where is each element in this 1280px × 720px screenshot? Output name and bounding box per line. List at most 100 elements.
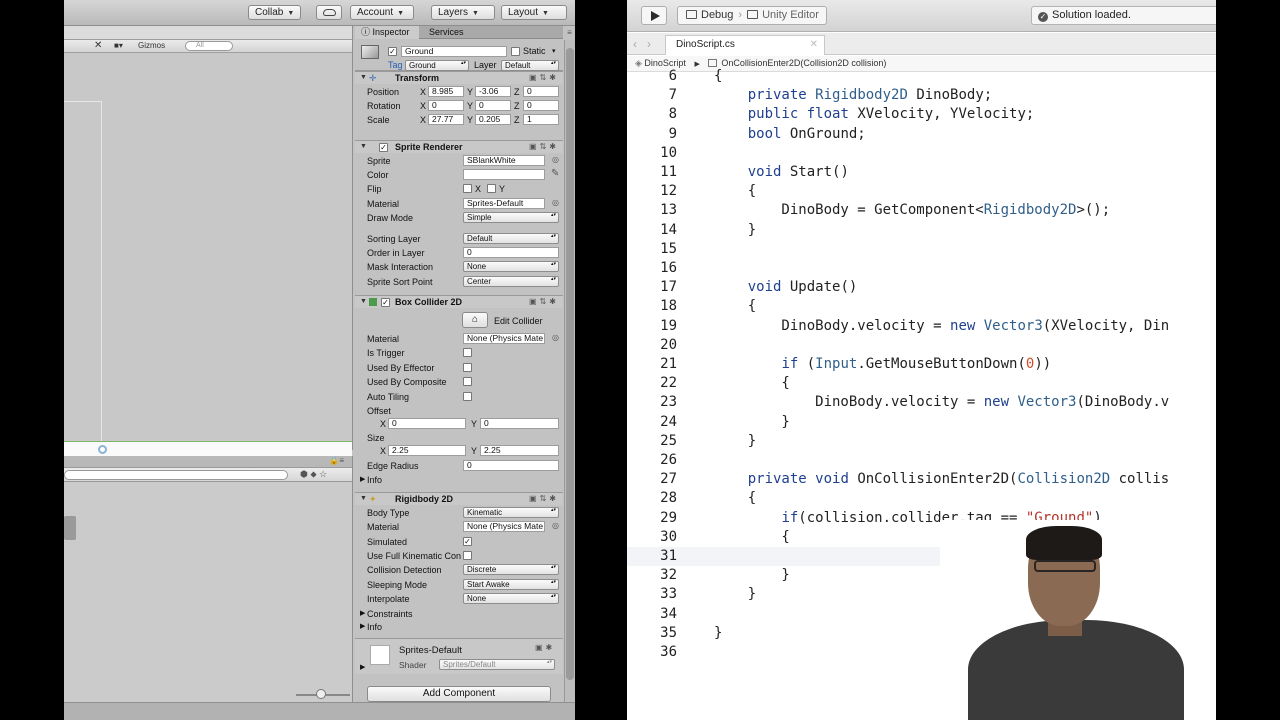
inspector-scrollbar-thumb[interactable]: [566, 48, 574, 680]
sprite-sort-point-dropdown[interactable]: Center: [463, 276, 559, 287]
rigidbody-header[interactable]: ▼ ✦ Rigidbody 2D ▣⇅✱: [355, 492, 563, 505]
component-menu-icons[interactable]: ▣⇅✱: [529, 142, 559, 151]
rb-material-field[interactable]: None (Physics Mate: [463, 521, 545, 532]
material-menu-icons[interactable]: ▣✱: [535, 643, 555, 652]
shader-dropdown[interactable]: Sprites/Default: [439, 659, 555, 670]
sprite-renderer-header[interactable]: ▼ ✓ Sprite Renderer ▣⇅✱: [355, 140, 563, 153]
code-line[interactable]: 17 void Update(): [627, 278, 1216, 297]
project-search-input[interactable]: [64, 470, 288, 480]
code-line[interactable]: 24 }: [627, 413, 1216, 432]
object-picker-icon[interactable]: ◎: [552, 155, 559, 164]
sprite-renderer-enabled-checkbox[interactable]: ✓: [379, 143, 388, 152]
tools-icon[interactable]: ✕: [94, 40, 102, 52]
simulated-checkbox[interactable]: ✓: [463, 537, 472, 546]
body-type-dropdown[interactable]: Kinematic: [463, 507, 559, 518]
inspector-scrollbar[interactable]: [564, 40, 575, 702]
code-line[interactable]: 11 void Start(): [627, 163, 1216, 182]
interpolate-dropdown[interactable]: None: [463, 593, 559, 604]
collider-material-field[interactable]: None (Physics Mate: [463, 333, 545, 344]
panel-menu-icon[interactable]: ≡: [564, 26, 575, 40]
code-line[interactable]: 15: [627, 240, 1216, 259]
flip-y-checkbox[interactable]: [487, 184, 496, 193]
object-picker-icon[interactable]: ◎: [552, 521, 559, 530]
code-line[interactable]: 8 public float XVelocity, YVelocity;: [627, 105, 1216, 124]
component-menu-icons[interactable]: ▣⇅✱: [529, 494, 559, 503]
transform-header[interactable]: ▼ ✛ Transform ▣⇅✱: [355, 71, 563, 84]
collab-button[interactable]: Collab ▼: [248, 5, 302, 20]
fold-arrow-icon[interactable]: ▶: [360, 622, 365, 630]
box-collider-enabled-checkbox[interactable]: ✓: [381, 298, 390, 307]
code-line[interactable]: 14 }: [627, 221, 1216, 240]
gizmos-dropdown[interactable]: Gizmos: [138, 41, 165, 50]
object-picker-icon[interactable]: ◎: [552, 333, 559, 342]
static-checkbox[interactable]: [511, 47, 520, 56]
code-line[interactable]: 20: [627, 336, 1216, 355]
lock-icon[interactable]: 🔒≡: [329, 456, 344, 465]
rotation-z-field[interactable]: 0: [523, 100, 559, 111]
scale-x-field[interactable]: 27.77: [428, 114, 464, 125]
offset-y-field[interactable]: 0: [480, 418, 559, 429]
draw-mode-dropdown[interactable]: Simple: [463, 212, 559, 223]
used-by-composite-checkbox[interactable]: [463, 377, 472, 386]
rotation-y-field[interactable]: 0: [475, 100, 511, 111]
color-swatch[interactable]: [463, 169, 545, 180]
forward-icon[interactable]: ›: [647, 37, 651, 51]
code-line[interactable]: 7 private Rigidbody2D DinoBody;: [627, 86, 1216, 105]
mask-interaction-dropdown[interactable]: None: [463, 261, 559, 272]
code-line[interactable]: 19 DinoBody.velocity = new Vector3(XVelo…: [627, 317, 1216, 336]
cloud-button[interactable]: [316, 5, 342, 20]
fold-arrow-icon[interactable]: ▶: [360, 663, 365, 671]
fold-arrow-icon[interactable]: ▶: [360, 609, 365, 617]
eyedropper-icon[interactable]: ✎: [551, 168, 559, 179]
scale-y-field[interactable]: 0.205: [475, 114, 511, 125]
configuration-selector[interactable]: Debug › Unity Editor: [677, 6, 827, 25]
code-line[interactable]: 28 {: [627, 489, 1216, 508]
run-button[interactable]: [641, 6, 667, 25]
code-line[interactable]: 6{: [627, 67, 1216, 86]
code-line[interactable]: 25 }: [627, 432, 1216, 451]
sorting-layer-dropdown[interactable]: Default: [463, 233, 559, 244]
code-line[interactable]: 10: [627, 144, 1216, 163]
code-line[interactable]: 16: [627, 259, 1216, 278]
scale-z-field[interactable]: 1: [523, 114, 559, 125]
collider-info-foldout[interactable]: Info: [367, 475, 382, 485]
edge-radius-field[interactable]: 0: [463, 460, 559, 471]
active-checkbox[interactable]: ✓: [388, 47, 397, 56]
fold-arrow-icon[interactable]: ▶: [360, 475, 365, 483]
is-trigger-checkbox[interactable]: [463, 348, 472, 357]
code-line[interactable]: 13 DinoBody = GetComponent<Rigidbody2D>(…: [627, 201, 1216, 220]
box-collider-header[interactable]: ▼ ✓ Box Collider 2D ▣⇅✱: [355, 295, 563, 308]
position-y-field[interactable]: -3.06: [475, 86, 511, 97]
layout-button[interactable]: Layout ▼: [501, 5, 567, 20]
project-asset[interactable]: [64, 516, 76, 540]
order-in-layer-field[interactable]: 0: [463, 247, 559, 258]
code-line[interactable]: 23 DinoBody.velocity = new Vector3(DinoB…: [627, 393, 1216, 412]
constraints-foldout[interactable]: Constraints: [367, 609, 413, 619]
flip-x-checkbox[interactable]: [463, 184, 472, 193]
account-button[interactable]: Account ▼: [350, 5, 414, 20]
size-y-field[interactable]: 2.25: [480, 445, 559, 456]
object-name-field[interactable]: Ground: [401, 46, 507, 57]
sprite-field[interactable]: SBlankWhite: [463, 155, 545, 166]
material-field[interactable]: Sprites-Default: [463, 198, 545, 209]
object-picker-icon[interactable]: ◎: [552, 198, 559, 207]
rotation-x-field[interactable]: 0: [428, 100, 464, 111]
close-icon[interactable]: ✕: [810, 36, 818, 54]
back-icon[interactable]: ‹: [633, 37, 637, 51]
collision-detection-dropdown[interactable]: Discrete: [463, 564, 559, 575]
auto-tiling-checkbox[interactable]: [463, 392, 472, 401]
code-line[interactable]: 27 private void OnCollisionEnter2D(Colli…: [627, 470, 1216, 489]
used-by-effector-checkbox[interactable]: [463, 363, 472, 372]
filter-icons[interactable]: ⬢ ⬥ ☆: [300, 469, 327, 480]
code-line[interactable]: 26: [627, 451, 1216, 470]
size-x-field[interactable]: 2.25: [388, 445, 466, 456]
code-line[interactable]: 9 bool OnGround;: [627, 125, 1216, 144]
component-menu-icons[interactable]: ▣⇅✱: [529, 297, 559, 306]
position-z-field[interactable]: 0: [523, 86, 559, 97]
code-line[interactable]: 22 {: [627, 374, 1216, 393]
scene-viewport[interactable]: [64, 53, 352, 459]
rb-info-foldout[interactable]: Info: [367, 622, 382, 632]
sleeping-mode-dropdown[interactable]: Start Awake: [463, 579, 559, 590]
edit-collider-button[interactable]: ⌂: [462, 312, 488, 328]
tag-dropdown[interactable]: Ground: [405, 60, 469, 71]
